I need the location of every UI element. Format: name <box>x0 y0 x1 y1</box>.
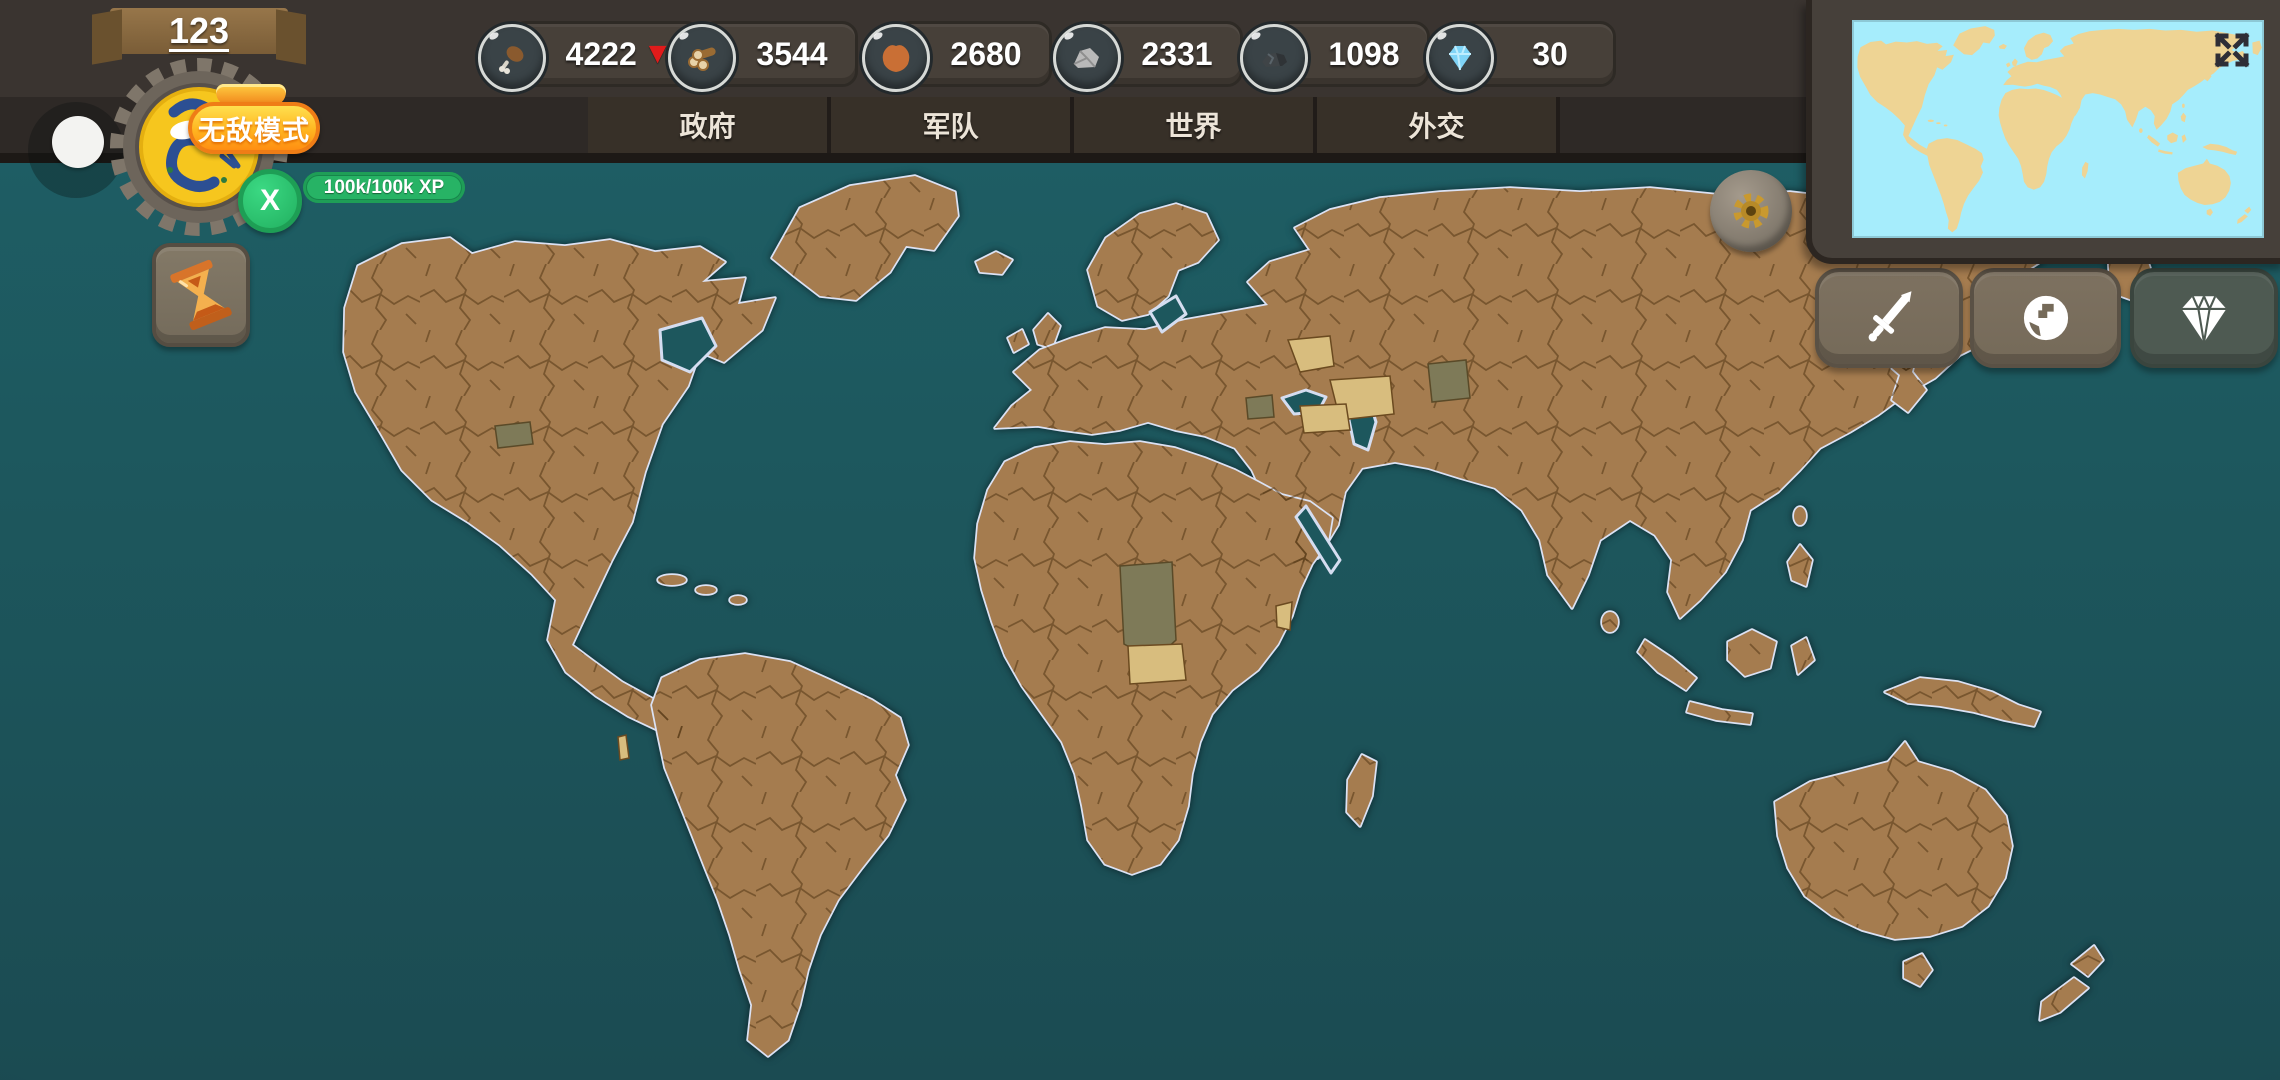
premium-shop-button[interactable] <box>2130 268 2278 368</box>
xp-text: 100k/100k XP <box>324 177 444 199</box>
gems-value: 30 <box>1506 36 1568 73</box>
diamond-icon <box>1426 24 1494 92</box>
coal-icon <box>1240 24 1308 92</box>
close-mode-button[interactable]: X <box>238 169 302 233</box>
gear-icon <box>1729 189 1773 233</box>
tab-army[interactable]: 军队 <box>827 97 1070 153</box>
diamond-icon <box>2169 286 2239 350</box>
main-tabs: 政府 军队 世界 外交 <box>588 97 1560 153</box>
tab-diplomacy[interactable]: 外交 <box>1313 97 1560 153</box>
level-number: 123 <box>169 10 229 52</box>
stone-icon <box>1053 24 1121 92</box>
logs-icon <box>668 24 736 92</box>
level-banner: 123 <box>110 8 288 54</box>
coal-value: 1098 <box>1302 36 1399 73</box>
stone-value: 2331 <box>1115 36 1212 73</box>
hide-icon <box>862 24 930 92</box>
minimap[interactable] <box>1852 20 2264 238</box>
leather-value: 2680 <box>924 36 1021 73</box>
minimap-panel <box>1806 0 2280 264</box>
globe-icon <box>2014 286 2078 350</box>
food-value: 4222 <box>540 36 637 73</box>
sword-icon <box>1854 283 1924 353</box>
world-select-button[interactable] <box>1970 268 2121 368</box>
wood-value: 3544 <box>730 36 827 73</box>
settings-button[interactable] <box>1710 170 1792 252</box>
expand-arrows-icon[interactable] <box>2212 30 2252 70</box>
speed-up-button[interactable] <box>152 243 250 347</box>
tab-government[interactable]: 政府 <box>588 97 827 153</box>
game-screen: 政府 军队 世界 外交 4222 ▼ 3544 <box>0 0 2280 1080</box>
drumstick-icon <box>478 24 546 92</box>
hudson-bay <box>660 318 716 372</box>
xp-progress-bar: 100k/100k XP <box>303 172 465 203</box>
hourglass-icon <box>168 258 235 332</box>
tab-world[interactable]: 世界 <box>1070 97 1313 153</box>
battle-button[interactable] <box>1815 268 1963 368</box>
floating-white-button[interactable] <box>52 116 104 168</box>
invincible-mode-badge: 无敌模式 <box>188 102 320 154</box>
